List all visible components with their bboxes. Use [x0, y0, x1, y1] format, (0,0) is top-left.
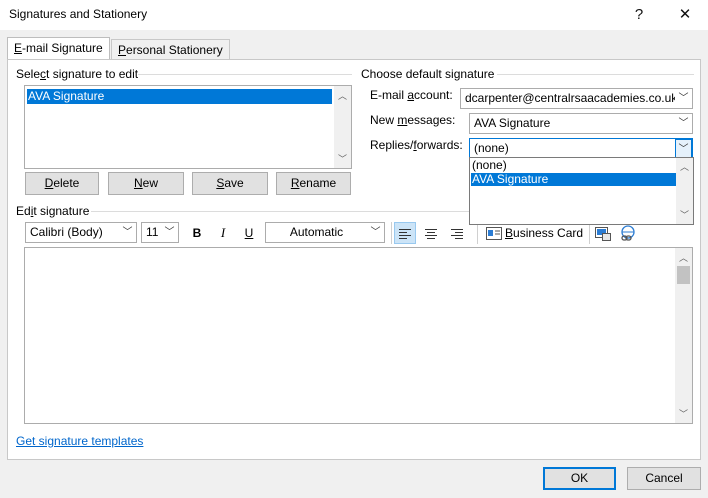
replies-forwards-select[interactable]: (none) ﹀ — [469, 138, 693, 159]
list-item[interactable]: AVA Signature — [27, 89, 332, 104]
replies-forwards-label: Replies/forwards: — [370, 138, 463, 152]
button-label: Rename — [290, 176, 337, 190]
signature-list[interactable]: AVA Signature ︿ ﹀ — [24, 85, 352, 169]
divider — [497, 74, 694, 75]
chevron-down-icon[interactable]: ﹀ — [675, 114, 692, 133]
scroll-down-icon[interactable]: ﹀ — [675, 407, 692, 420]
business-card-label: Business Card — [505, 226, 584, 240]
edit-signature-label: Edit signature — [16, 204, 90, 218]
align-right-button[interactable] — [446, 222, 468, 244]
button-label: New — [133, 176, 158, 190]
business-card-icon — [486, 227, 502, 240]
hyperlink-icon — [621, 225, 635, 241]
new-button[interactable]: New — [108, 172, 184, 195]
email-account-select[interactable]: dcarpenter@centralrsaacademies.co.uk ﹀ — [460, 88, 693, 109]
default-signature-label: Choose default signature — [361, 67, 495, 81]
cancel-button[interactable]: Cancel — [627, 467, 701, 490]
underline-button[interactable]: U — [239, 222, 259, 244]
italic-button[interactable]: I — [213, 222, 233, 244]
tab-personal-stationery[interactable]: Personal Stationery — [111, 39, 230, 61]
chevron-down-icon[interactable]: ﹀ — [675, 89, 692, 108]
scroll-thumb[interactable] — [677, 266, 690, 284]
scroll-down-icon[interactable]: ﹀ — [676, 208, 693, 221]
tab-label: Personal Stationery — [118, 43, 223, 57]
font-size-value: 11 — [146, 225, 159, 239]
chevron-down-icon[interactable]: ﹀ — [675, 139, 692, 158]
signature-list-scrollbar[interactable]: ︿ ﹀ — [334, 86, 351, 168]
bold-button[interactable]: B — [187, 222, 207, 244]
chevron-down-icon[interactable]: ﹀ — [119, 223, 136, 242]
font-select[interactable]: Calibri (Body) ﹀ — [25, 222, 137, 243]
scroll-up-icon[interactable]: ︿ — [334, 89, 351, 102]
dropdown-option-selected[interactable]: AVA Signature — [471, 173, 676, 186]
scroll-up-icon[interactable]: ︿ — [675, 251, 692, 264]
font-size-select[interactable]: 11 ﹀ — [141, 222, 179, 243]
align-left-button[interactable] — [394, 222, 416, 244]
delete-button[interactable]: Delete — [25, 172, 99, 195]
rename-button[interactable]: Rename — [276, 172, 351, 195]
align-center-icon — [425, 229, 437, 239]
chevron-down-icon[interactable]: ﹀ — [367, 223, 384, 242]
scroll-up-icon[interactable]: ︿ — [676, 160, 693, 173]
tab-email-signature[interactable]: E-mail Signature — [7, 37, 110, 61]
signature-editor[interactable]: ︿ ﹀ — [24, 247, 693, 424]
close-button[interactable]: ✕ — [673, 4, 697, 26]
insert-hyperlink-button[interactable] — [618, 224, 638, 244]
button-label: Save — [216, 176, 244, 190]
insert-picture-button[interactable] — [593, 224, 613, 244]
email-account-value: dcarpenter@centralrsaacademies.co.uk — [465, 91, 678, 105]
new-messages-select[interactable]: AVA Signature ﹀ — [469, 113, 693, 134]
replies-forwards-value: (none) — [474, 141, 509, 155]
divider — [138, 74, 352, 75]
toolbar-separator — [477, 222, 478, 244]
align-center-button[interactable] — [420, 222, 442, 244]
font-color-value: Automatic — [289, 225, 344, 239]
save-button[interactable]: Save — [192, 172, 268, 195]
align-left-icon — [399, 229, 411, 239]
align-right-icon — [451, 229, 463, 239]
select-signature-label: Select signature to edit — [16, 67, 139, 81]
email-account-label: E-mail account: — [370, 88, 453, 102]
font-color-select[interactable]: Automatic ﹀ — [265, 222, 385, 243]
tab-label: E-mail Signature — [14, 41, 103, 55]
new-messages-label: New messages: — [370, 113, 456, 127]
window-title: Signatures and Stationery — [9, 7, 148, 21]
help-button[interactable]: ? — [627, 4, 651, 26]
editor-scrollbar[interactable]: ︿ ﹀ — [675, 248, 692, 423]
ok-button[interactable]: OK — [543, 467, 616, 490]
font-value: Calibri (Body) — [30, 225, 103, 239]
scroll-down-icon[interactable]: ﹀ — [334, 152, 351, 165]
business-card-button[interactable]: Business Card — [483, 222, 584, 244]
chevron-down-icon[interactable]: ﹀ — [161, 223, 178, 242]
dropdown-scrollbar[interactable]: ︿ ﹀ — [676, 158, 693, 224]
new-messages-value: AVA Signature — [474, 116, 551, 130]
button-label: Delete — [44, 176, 80, 190]
get-templates-link[interactable]: Get signature templates — [16, 434, 143, 448]
toolbar-separator — [589, 222, 590, 244]
picture-icon — [595, 227, 611, 241]
toolbar-separator — [391, 222, 392, 244]
dropdown-option[interactable]: (none) — [471, 159, 676, 172]
replies-forwards-dropdown[interactable]: (none) AVA Signature ︿ ﹀ — [469, 157, 694, 225]
